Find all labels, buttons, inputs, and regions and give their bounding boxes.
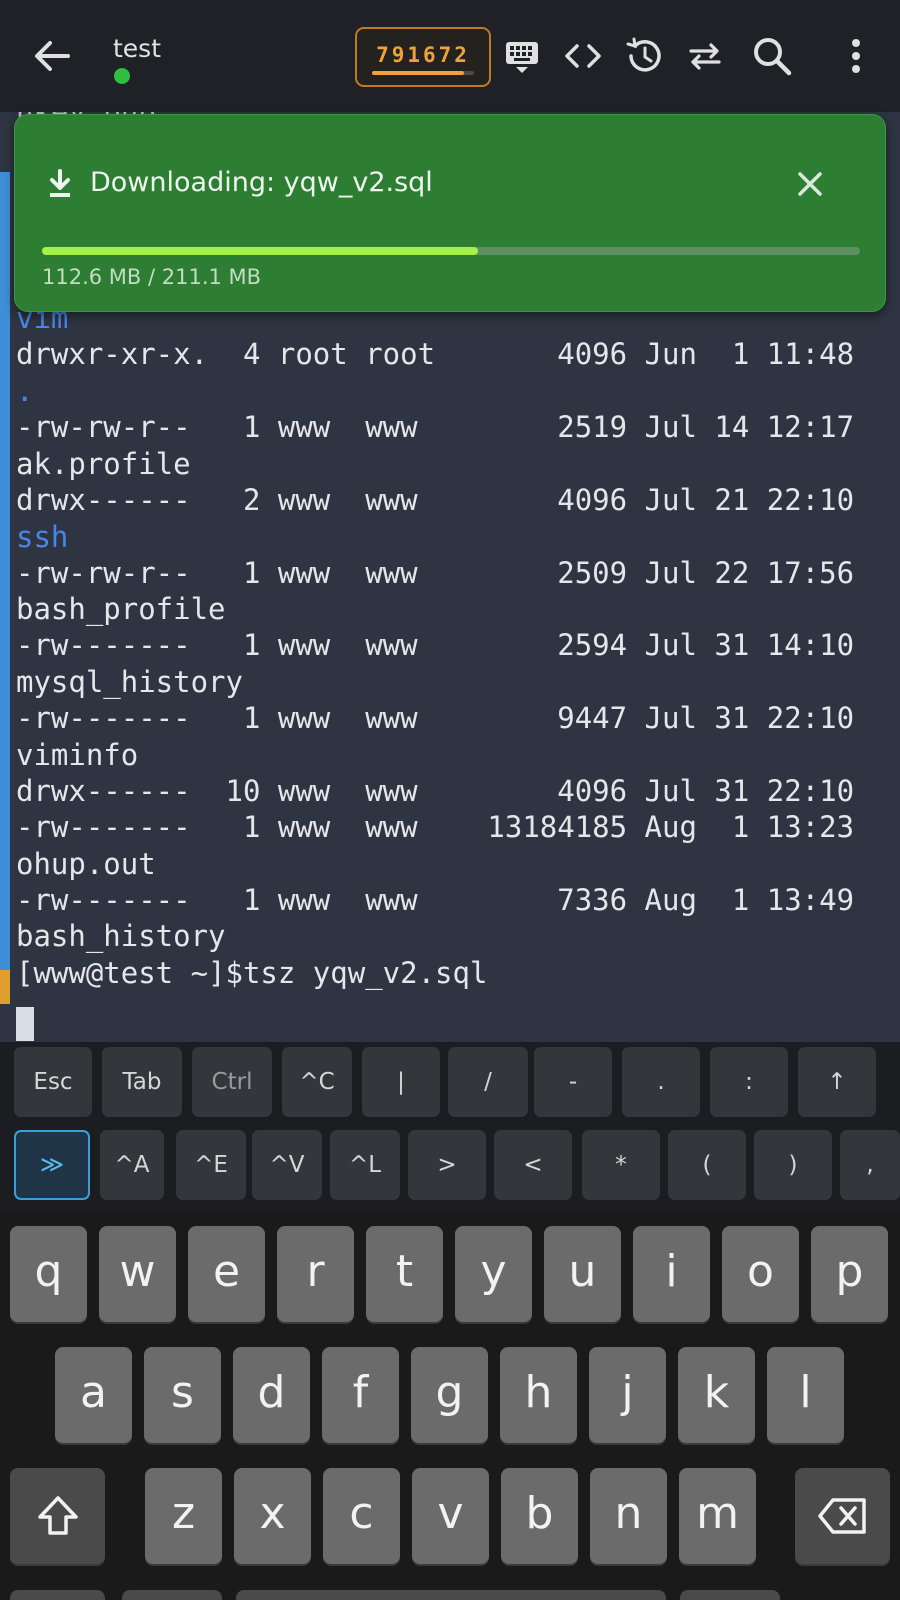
extra-key[interactable]: Esc <box>14 1047 92 1117</box>
key-p[interactable]: p <box>811 1226 888 1322</box>
symbols-key[interactable] <box>10 1590 105 1600</box>
extra-key[interactable]: Ctrl <box>192 1047 272 1117</box>
key-d[interactable]: d <box>233 1347 310 1443</box>
terminal-line: . <box>16 374 34 408</box>
key-o[interactable]: o <box>722 1226 799 1322</box>
terminal-line: -rw------- 1 www www 7336 Aug 1 13:49 <box>16 883 855 917</box>
download-notification: Downloading: yqw_v2.sql 112.6 MB / 211.1… <box>14 114 886 312</box>
terminal-line: ohup.out <box>16 847 156 881</box>
extra-key[interactable]: ≫ <box>14 1130 90 1200</box>
download-progress-fill <box>42 247 478 255</box>
session-code-timer-fill <box>372 71 464 75</box>
key-w[interactable]: w <box>99 1226 176 1322</box>
download-title: Downloading: yqw_v2.sql <box>90 167 433 198</box>
key-i[interactable]: i <box>633 1226 710 1322</box>
extra-key[interactable]: Tab <box>102 1047 182 1117</box>
keyboard-icon[interactable] <box>500 34 544 78</box>
terminal-cursor <box>16 1007 34 1041</box>
terminal-line: drwx------ 10 www www 4096 Jul 31 22:10 <box>16 774 855 808</box>
close-icon[interactable] <box>793 167 827 201</box>
terminal-prompt-line: [www@test ~]$tsz yqw_v2.sql <box>16 956 488 990</box>
download-progress-bar <box>42 247 860 255</box>
key-v[interactable]: v <box>412 1468 489 1564</box>
key-u[interactable]: u <box>544 1226 621 1322</box>
host-name: test <box>113 34 162 63</box>
key-y[interactable]: y <box>455 1226 532 1322</box>
top-app-bar: test 791672 <box>0 0 900 112</box>
key-a[interactable]: a <box>55 1347 132 1443</box>
key-k[interactable]: k <box>678 1347 755 1443</box>
extra-key[interactable]: ) <box>754 1130 832 1200</box>
key-j[interactable]: j <box>589 1347 666 1443</box>
key-q[interactable]: q <box>10 1226 87 1322</box>
extra-key[interactable]: * <box>582 1130 660 1200</box>
extra-key[interactable]: ↑ <box>798 1047 876 1117</box>
key-l[interactable]: l <box>767 1347 844 1443</box>
terminal-line: -rw------- 1 www www 13184185 Aug 1 13:2… <box>16 810 855 844</box>
terminal-line: -rw------- 1 www www 9447 Jul 31 22:10 <box>16 701 855 735</box>
emoji-key[interactable] <box>122 1590 222 1600</box>
extra-key[interactable]: ^A <box>100 1130 164 1200</box>
key-t[interactable]: t <box>366 1226 443 1322</box>
terminal-line: bash_profile <box>16 592 226 626</box>
extra-key[interactable]: / <box>448 1047 528 1117</box>
key-e[interactable]: e <box>188 1226 265 1322</box>
extra-key[interactable]: ^C <box>282 1047 352 1117</box>
extra-key[interactable]: > <box>408 1130 486 1200</box>
terminal-line: viminfo <box>16 738 139 772</box>
key-h[interactable]: h <box>500 1347 577 1443</box>
session-code-badge[interactable]: 791672 <box>355 27 491 87</box>
session-code: 791672 <box>376 43 470 67</box>
key-s[interactable]: s <box>144 1347 221 1443</box>
swap-icon[interactable] <box>683 34 727 78</box>
space-key[interactable] <box>236 1590 666 1600</box>
code-icon[interactable] <box>561 34 605 78</box>
extra-key[interactable]: ^V <box>252 1130 322 1200</box>
extra-key[interactable]: ( <box>668 1130 746 1200</box>
terminal-scroll-indicator <box>0 172 10 982</box>
key-n[interactable]: n <box>590 1468 667 1564</box>
connection-status-dot <box>114 68 130 84</box>
extra-key[interactable]: < <box>494 1130 572 1200</box>
terminal-line: drwxr-xr-x. 4 root root 4096 Jun 1 11:48 <box>16 337 855 371</box>
terminal-line: -rw-rw-r-- 1 www www 2519 Jul 14 12:17 <box>16 410 855 444</box>
extra-key[interactable]: ^E <box>176 1130 246 1200</box>
extra-key[interactable]: : <box>710 1047 788 1117</box>
prompt-marker <box>0 970 10 1004</box>
download-icon <box>45 167 75 201</box>
search-icon[interactable] <box>750 34 794 78</box>
terminal-line: drwx------ 2 www www 4096 Jul 21 22:10 <box>16 483 855 517</box>
terminal-line: mysql_history <box>16 665 243 699</box>
extra-key[interactable]: | <box>362 1047 440 1117</box>
extra-key[interactable]: - <box>534 1047 612 1117</box>
period-key[interactable] <box>680 1590 780 1600</box>
terminal-line: -rw------- 1 www www 2594 Jul 31 14:10 <box>16 628 855 662</box>
extra-key[interactable]: . <box>622 1047 700 1117</box>
terminal-line: -rw-rw-r-- 1 www www 2509 Jul 22 17:56 <box>16 556 855 590</box>
soft-keyboard: qwertyuiop asdfghjkl zxcvbnm <box>0 1210 900 1600</box>
key-m[interactable]: m <box>679 1468 756 1564</box>
shift-key[interactable] <box>10 1468 105 1564</box>
key-c[interactable]: c <box>323 1468 400 1564</box>
key-z[interactable]: z <box>145 1468 222 1564</box>
extra-keys-bar: Esc Tab Ctrl ^C | / -.: ↑ ≫ ^A ^E ^V ^L > < *(), <box>0 1042 900 1210</box>
download-size: 112.6 MB / 211.1 MB <box>42 265 262 289</box>
backspace-key[interactable] <box>795 1468 890 1564</box>
terminal-line: bash_history <box>16 919 226 953</box>
key-r[interactable]: r <box>277 1226 354 1322</box>
terminal-line: ssh <box>16 520 69 554</box>
session-code-timer <box>372 71 474 75</box>
key-b[interactable]: b <box>501 1468 578 1564</box>
extra-key[interactable]: , <box>840 1130 900 1200</box>
history-icon[interactable] <box>622 34 666 78</box>
more-vert-icon[interactable] <box>834 34 878 78</box>
key-x[interactable]: x <box>234 1468 311 1564</box>
back-arrow-icon[interactable] <box>30 34 74 78</box>
key-g[interactable]: g <box>411 1347 488 1443</box>
key-f[interactable]: f <box>322 1347 399 1443</box>
extra-key[interactable]: ^L <box>330 1130 400 1200</box>
terminal-line: ak.profile <box>16 447 191 481</box>
